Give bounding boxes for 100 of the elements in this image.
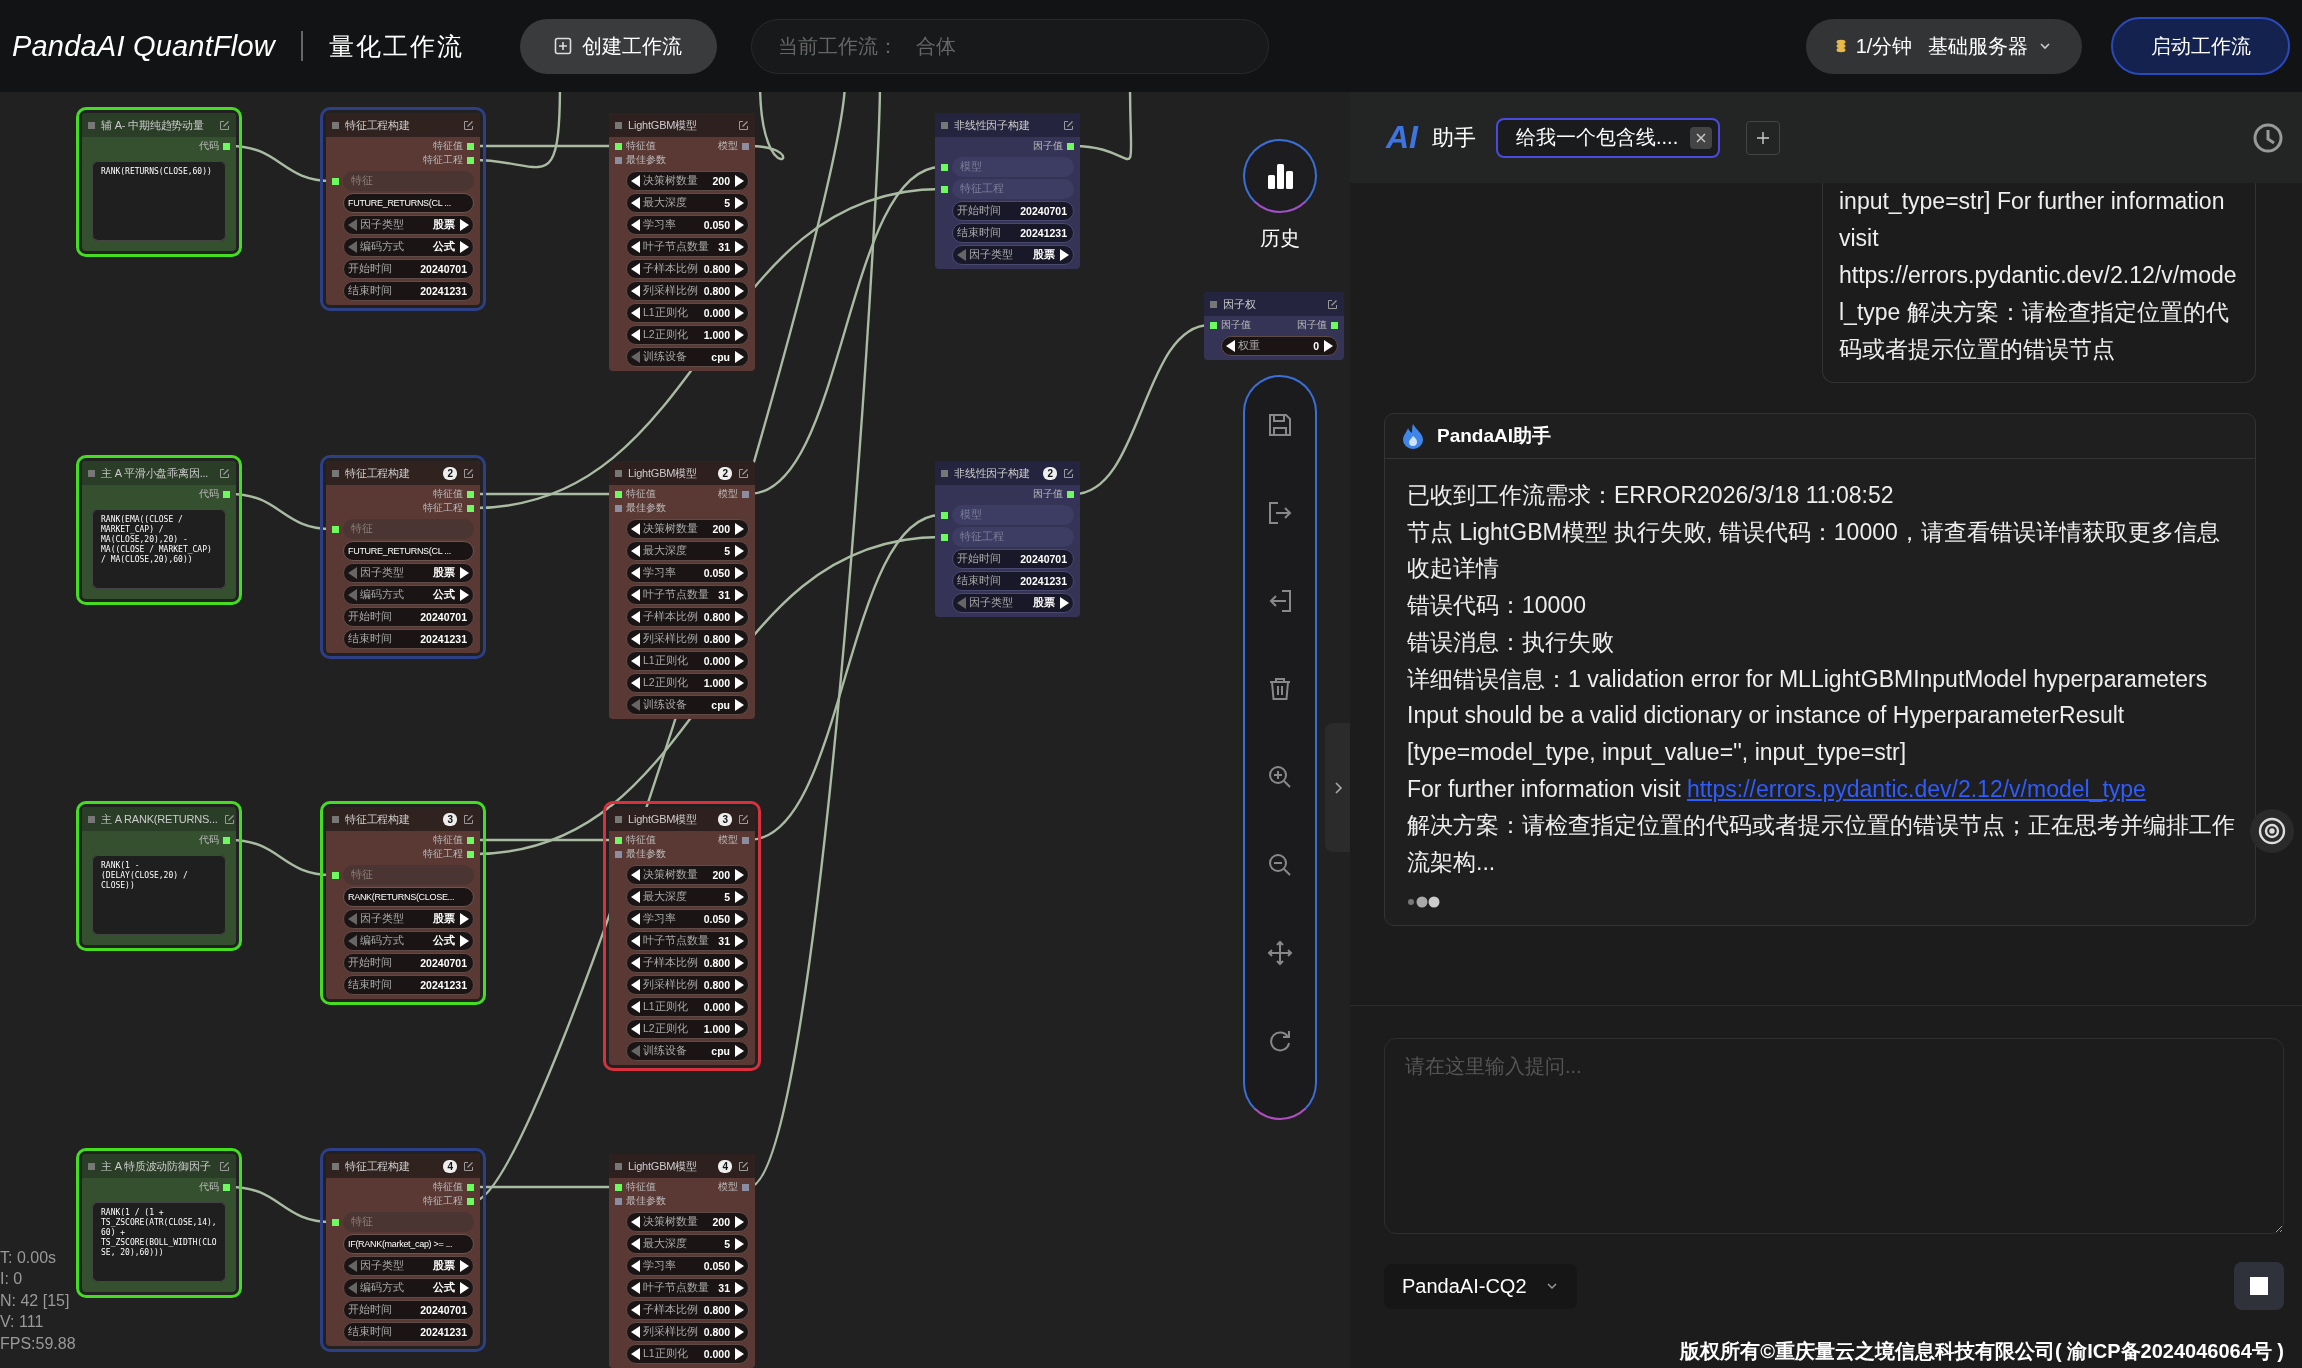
- text-field[interactable]: 结束时间 20241231: [343, 281, 474, 301]
- input-port[interactable]: [941, 185, 948, 193]
- collapse-icon[interactable]: [615, 1162, 622, 1170]
- input-port[interactable]: [941, 163, 948, 171]
- number-widget[interactable]: L2正则化 1.000: [626, 325, 749, 345]
- input-port[interactable]: [615, 490, 622, 498]
- workflow-node[interactable]: LightGBM模型 3 特征值 模型 最佳参数 决策树数量 200 最大深度 5 学习率 0.050 叶子节点数量 31 子样本比例 0.800 列采样比例 0.800 L1正则化 0.000 L2正则化 1.000 训练设备 cpu: [603, 801, 761, 1071]
- number-widget[interactable]: L1正则化 0.000: [626, 1344, 749, 1364]
- text-field[interactable]: 结束时间 20241231: [343, 975, 474, 995]
- input-port[interactable]: [1210, 321, 1217, 329]
- output-port[interactable]: [223, 836, 230, 844]
- output-port[interactable]: [467, 1183, 474, 1191]
- edit-icon[interactable]: [738, 467, 749, 479]
- text-field[interactable]: 开始时间 20240701: [343, 1300, 474, 1320]
- edit-icon[interactable]: [1063, 119, 1074, 131]
- output-port[interactable]: [1331, 321, 1338, 329]
- combo-widget[interactable]: 训练设备 cpu: [626, 1041, 749, 1061]
- collapse-icon[interactable]: [941, 121, 948, 129]
- workflow-node[interactable]: 特征工程构建 特征值 特征工程 特征 FUTURE_RETURNS(CL ... 因子类型 股票 编码方式 公式 开始时间 20240701 结束时间 20241231: [320, 107, 486, 311]
- output-port[interactable]: [467, 142, 474, 150]
- number-widget[interactable]: 叶子节点数量 31: [626, 585, 749, 605]
- input-port[interactable]: [615, 156, 622, 164]
- combo-widget[interactable]: 因子类型 股票: [952, 245, 1074, 265]
- stop-button[interactable]: [2234, 1262, 2284, 1310]
- input-port[interactable]: [615, 142, 622, 150]
- edit-icon[interactable]: [219, 467, 230, 479]
- output-port[interactable]: [467, 836, 474, 844]
- workflow-node[interactable]: 主 A 平滑小盘乖离因... 代码 RANK(EMA((CLOSE / MARKET_CAP) / MA(CLOSE,20),20) - MA((CLOSE / MARKET_CAP) / MA(CLOSE,20),60)): [76, 455, 242, 605]
- number-widget[interactable]: 列采样比例 0.800: [626, 281, 749, 301]
- new-chat-button[interactable]: [1746, 120, 1781, 155]
- right-arrow-icon[interactable]: [735, 1045, 744, 1057]
- number-widget[interactable]: 决策树数量 200: [626, 519, 749, 539]
- number-widget[interactable]: 权重 0: [1221, 336, 1338, 356]
- number-widget[interactable]: 子样本比例 0.800: [626, 259, 749, 279]
- input-port[interactable]: [615, 850, 622, 858]
- question-input[interactable]: 请在这里输入提问...: [1384, 1038, 2284, 1234]
- collapse-icon[interactable]: [88, 469, 95, 477]
- workflow-node[interactable]: 辅 A- 中期纯趋势动量 代码 RANK(RETURNS(CLOSE,60)): [76, 107, 242, 257]
- input-port[interactable]: [615, 836, 622, 844]
- number-widget[interactable]: L1正则化 0.000: [626, 651, 749, 671]
- number-widget[interactable]: 叶子节点数量 31: [626, 931, 749, 951]
- text-widget[interactable]: IF(RANK(market_cap) >= ...: [343, 1234, 474, 1254]
- collapse-icon[interactable]: [88, 815, 95, 823]
- output-port[interactable]: [1067, 490, 1074, 498]
- input-port[interactable]: [332, 177, 339, 185]
- collapse-icon[interactable]: [332, 1162, 339, 1170]
- output-port[interactable]: [1067, 142, 1074, 150]
- input-port[interactable]: [615, 504, 622, 512]
- code-editor[interactable]: RANK(1 - (DELAY(CLOSE,20) / CLOSE)): [92, 855, 226, 935]
- number-widget[interactable]: 叶子节点数量 31: [626, 237, 749, 257]
- workflow-node[interactable]: 特征工程构建 3 特征值 特征工程 特征 RANK(RETURNS(CLOSE... 因子类型 股票 编码方式 公式 开始时间 20240701 结束时间 20241231: [320, 801, 486, 1005]
- target-button[interactable]: [2250, 809, 2294, 853]
- collapse-icon[interactable]: [332, 121, 339, 129]
- edit-icon[interactable]: [463, 119, 474, 131]
- combo-widget[interactable]: 因子类型 股票: [343, 909, 474, 929]
- input-port[interactable]: [332, 525, 339, 533]
- number-widget[interactable]: 最大深度 5: [626, 541, 749, 561]
- start-workflow-button[interactable]: 启动工作流: [2111, 17, 2290, 75]
- number-widget[interactable]: 子样本比例 0.800: [626, 1300, 749, 1320]
- output-port[interactable]: [467, 156, 474, 164]
- input-port[interactable]: [615, 1197, 622, 1205]
- code-editor[interactable]: RANK(RETURNS(CLOSE,60)): [92, 161, 226, 241]
- workflow-node[interactable]: 特征工程构建 4 特征值 特征工程 特征 IF(RANK(market_cap) >= ... 因子类型 股票 编码方式 公式 开始时间 20240701 结束时间 20241231: [320, 1148, 486, 1352]
- combo-widget[interactable]: 因子类型 股票: [952, 593, 1074, 613]
- edit-icon[interactable]: [738, 1160, 749, 1172]
- number-widget[interactable]: 最大深度 5: [626, 193, 749, 213]
- text-widget[interactable]: FUTURE_RETURNS(CL ...: [343, 541, 474, 561]
- right-arrow-icon[interactable]: [1324, 340, 1333, 352]
- number-widget[interactable]: L2正则化 1.000: [626, 673, 749, 693]
- combo-widget[interactable]: 因子类型 股票: [343, 215, 474, 235]
- edit-icon[interactable]: [1063, 467, 1074, 479]
- number-widget[interactable]: L1正则化 0.000: [626, 303, 749, 323]
- number-widget[interactable]: 列采样比例 0.800: [626, 975, 749, 995]
- input-port[interactable]: [332, 871, 339, 879]
- create-workflow-button[interactable]: 创建工作流: [519, 18, 717, 74]
- output-port[interactable]: [223, 142, 230, 150]
- combo-widget[interactable]: 训练设备 cpu: [626, 695, 749, 715]
- edit-icon[interactable]: [223, 813, 235, 825]
- input-port[interactable]: [941, 533, 948, 541]
- collapse-icon[interactable]: [332, 469, 339, 477]
- edit-icon[interactable]: [219, 1160, 230, 1172]
- number-widget[interactable]: 决策树数量 200: [626, 171, 749, 191]
- right-arrow-icon[interactable]: [735, 351, 744, 363]
- number-widget[interactable]: 子样本比例 0.800: [626, 953, 749, 973]
- right-arrow-icon[interactable]: [735, 699, 744, 711]
- edit-icon[interactable]: [1327, 298, 1338, 310]
- input-port[interactable]: [615, 1183, 622, 1191]
- edit-icon[interactable]: [738, 119, 749, 131]
- number-widget[interactable]: 子样本比例 0.800: [626, 607, 749, 627]
- text-widget[interactable]: FUTURE_RETURNS(CL ...: [343, 193, 474, 213]
- collapse-icon[interactable]: [615, 815, 622, 823]
- code-editor[interactable]: RANK(1 / (1 + TS_ZSCORE(ATR(CLOSE,14),60) + TS_ZSCORE(BOLL_WIDTH(CLOSE, 20),60))): [92, 1202, 226, 1282]
- number-widget[interactable]: 学习率 0.050: [626, 563, 749, 583]
- number-widget[interactable]: 学习率 0.050: [626, 909, 749, 929]
- number-widget[interactable]: 叶子节点数量 31: [626, 1278, 749, 1298]
- number-widget[interactable]: 最大深度 5: [626, 887, 749, 907]
- combo-widget[interactable]: 因子类型 股票: [343, 563, 474, 583]
- collapse-icon[interactable]: [1210, 300, 1217, 308]
- collapse-icon[interactable]: [941, 469, 948, 477]
- number-widget[interactable]: 决策树数量 200: [626, 865, 749, 885]
